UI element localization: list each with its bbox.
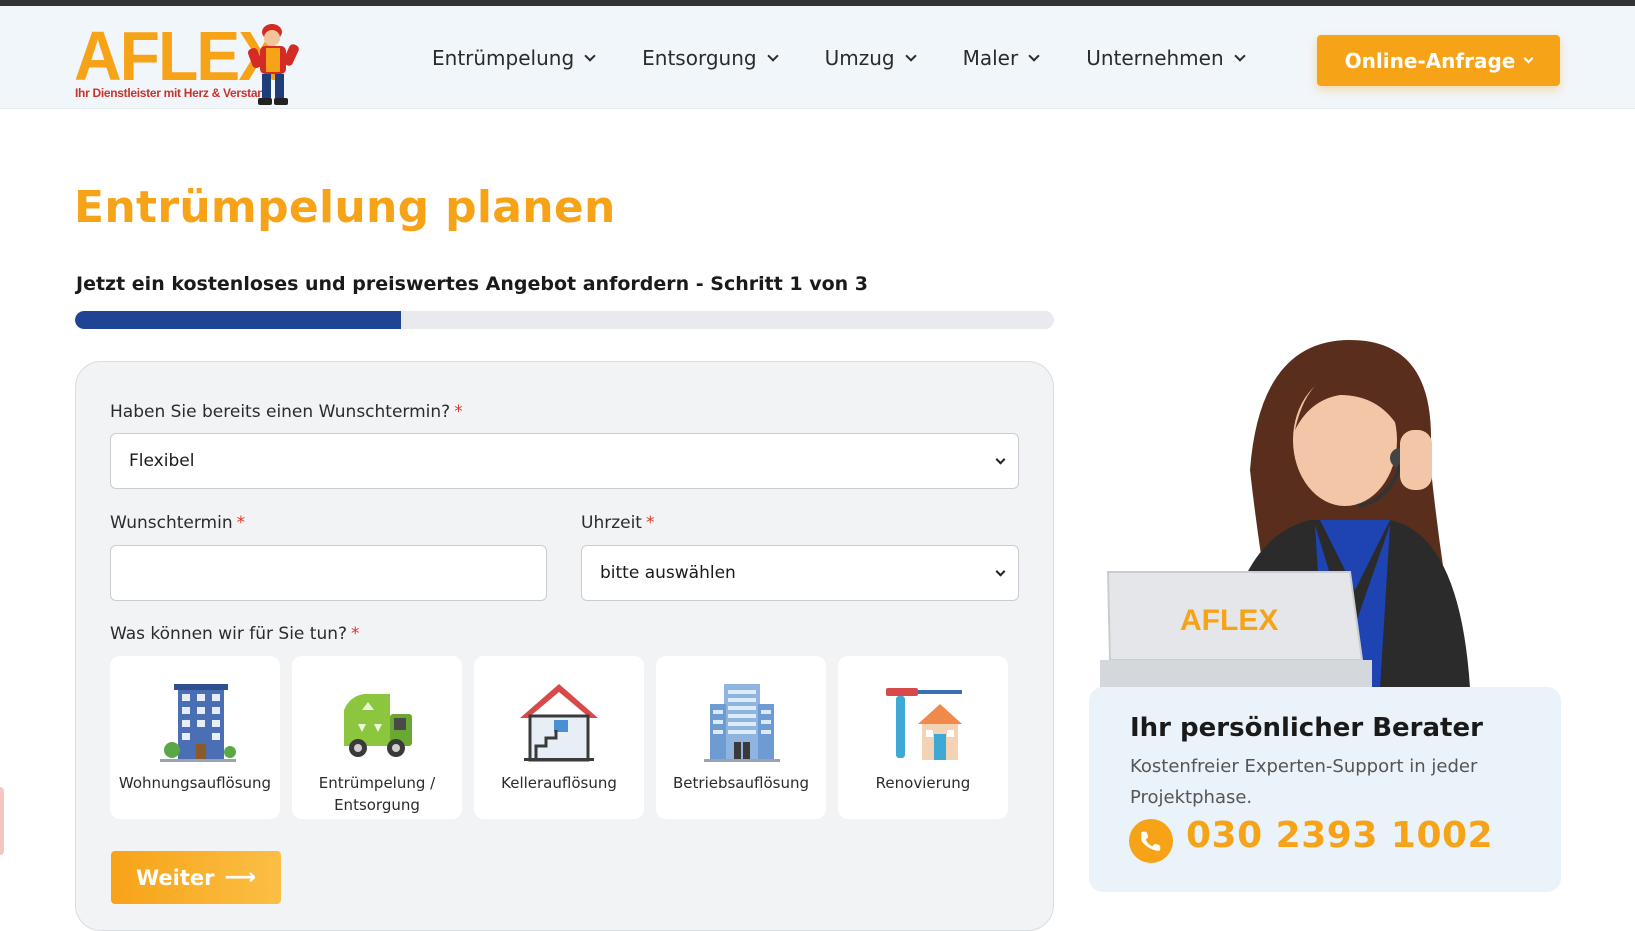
aflex-logo[interactable]: AFLEX Ihr Dienstleister mit Herz & Verst…: [74, 18, 304, 108]
nav-label: Maler: [962, 46, 1019, 70]
wunschtermin-date-input[interactable]: [110, 545, 547, 601]
cta-label: Online-Anfrage: [1344, 48, 1516, 73]
uhrzeit-label: Uhrzeit *: [581, 513, 654, 533]
berater-card: Ihr persönlicher Berater Kostenfreier Ex…: [1089, 687, 1561, 892]
berater-text: Kostenfreier Experten-Support in jeder P…: [1130, 756, 1478, 808]
chevron-down-icon: [995, 454, 1006, 465]
wunschtermin-select[interactable]: Flexibel: [110, 433, 1019, 489]
nav-item-entruempelung[interactable]: Entrümpelung: [432, 46, 596, 70]
phone-number-link[interactable]: 030 2393 1002: [1186, 815, 1493, 856]
service-renovierung[interactable]: Renovierung: [838, 656, 1008, 819]
weiter-label: Weiter: [135, 865, 215, 890]
progress-bar: [75, 311, 1054, 329]
chevron-down-icon: [904, 49, 917, 62]
chevron-down-icon: [1028, 49, 1040, 62]
phone-icon: [1129, 819, 1173, 863]
chevron-down-icon: [1233, 49, 1246, 62]
page-title: Entrümpelung planen: [74, 182, 616, 233]
service-kellerauflosung[interactable]: Kellerauflösung: [474, 656, 644, 819]
service-label: Entrümpelung / Entsorgung: [318, 774, 436, 814]
required-mark: *: [454, 402, 463, 422]
progress-fill: [75, 311, 401, 329]
required-mark: *: [351, 624, 360, 644]
select-value: bitte auswählen: [600, 563, 736, 583]
nav-item-maler[interactable]: Maler: [962, 46, 1040, 70]
select-value: Flexibel: [129, 451, 195, 471]
office-building-icon: [704, 684, 780, 762]
weiter-button[interactable]: Weiter ⟶: [111, 851, 281, 904]
nav-label: Entsorgung: [642, 46, 757, 70]
label-text: Uhrzeit: [581, 513, 642, 533]
nav-label: Entrümpelung: [432, 46, 575, 70]
wunschtermin-label: Wunschtermin *: [110, 513, 245, 533]
mascot-worker-icon: [248, 24, 299, 105]
nav-item-entsorgung[interactable]: Entsorgung: [642, 46, 779, 70]
wunschtermin-question-label: Haben Sie bereits einen Wunschtermin? *: [110, 402, 463, 422]
chevron-down-icon: [1523, 53, 1534, 64]
nav-label: Unternehmen: [1086, 46, 1224, 70]
step-subtitle: Jetzt ein kostenloses und preiswertes An…: [76, 273, 869, 295]
service-label: Renovierung: [875, 774, 971, 792]
service-wohnungsaufloesung[interactable]: Wohnungsauflösung: [110, 656, 280, 819]
laptop-logo: AFLEX: [1180, 604, 1278, 637]
basement-house-icon: [520, 684, 598, 762]
chevron-down-icon: [766, 49, 779, 62]
nav-item-unternehmen[interactable]: Unternehmen: [1086, 46, 1246, 70]
service-label: Kellerauflösung: [501, 774, 617, 792]
arrow-right-icon: ⟶: [224, 865, 257, 890]
service-label: Betriebsauflösung: [673, 774, 809, 792]
online-anfrage-button[interactable]: Online-Anfrage: [1317, 35, 1560, 86]
service-label: Wohnungsauflösung: [118, 774, 272, 792]
service-entruempelung-entsorgung[interactable]: Entrümpelung / Entsorgung: [292, 656, 462, 819]
required-mark: *: [645, 513, 655, 533]
service-betriebsaufloesung[interactable]: Betriebsauflösung: [656, 656, 826, 819]
berater-photo: AFLEX: [1100, 340, 1470, 688]
uhrzeit-select[interactable]: bitte auswählen: [581, 545, 1019, 601]
renovation-tools-icon: [886, 688, 962, 760]
site-header: AFLEX Ihr Dienstleister mit Herz & Verst…: [0, 6, 1635, 109]
apartment-building-icon: [160, 684, 236, 762]
recycling-truck-icon: [344, 694, 412, 757]
main-nav: Entrümpelung Entsorgung Umzug Maler Unte…: [432, 46, 1292, 70]
chevron-down-icon: [995, 566, 1006, 577]
request-form: Haben Sie bereits einen Wunschtermin? * F…: [75, 361, 1054, 931]
services-label: Was können wir für Sie tun? *: [110, 624, 360, 644]
berater-title: Ihr persönlicher Berater: [1130, 713, 1483, 743]
required-mark: *: [236, 513, 246, 533]
chevron-down-icon: [584, 49, 596, 62]
label-text: Wunschtermin: [110, 513, 233, 533]
nav-item-umzug[interactable]: Umzug: [824, 46, 917, 70]
label-text: Was können wir für Sie tun?: [110, 624, 348, 644]
label-text: Haben Sie bereits einen Wunschtermin?: [110, 402, 451, 422]
nav-label: Umzug: [824, 46, 895, 70]
side-edge-tab[interactable]: [0, 787, 4, 855]
